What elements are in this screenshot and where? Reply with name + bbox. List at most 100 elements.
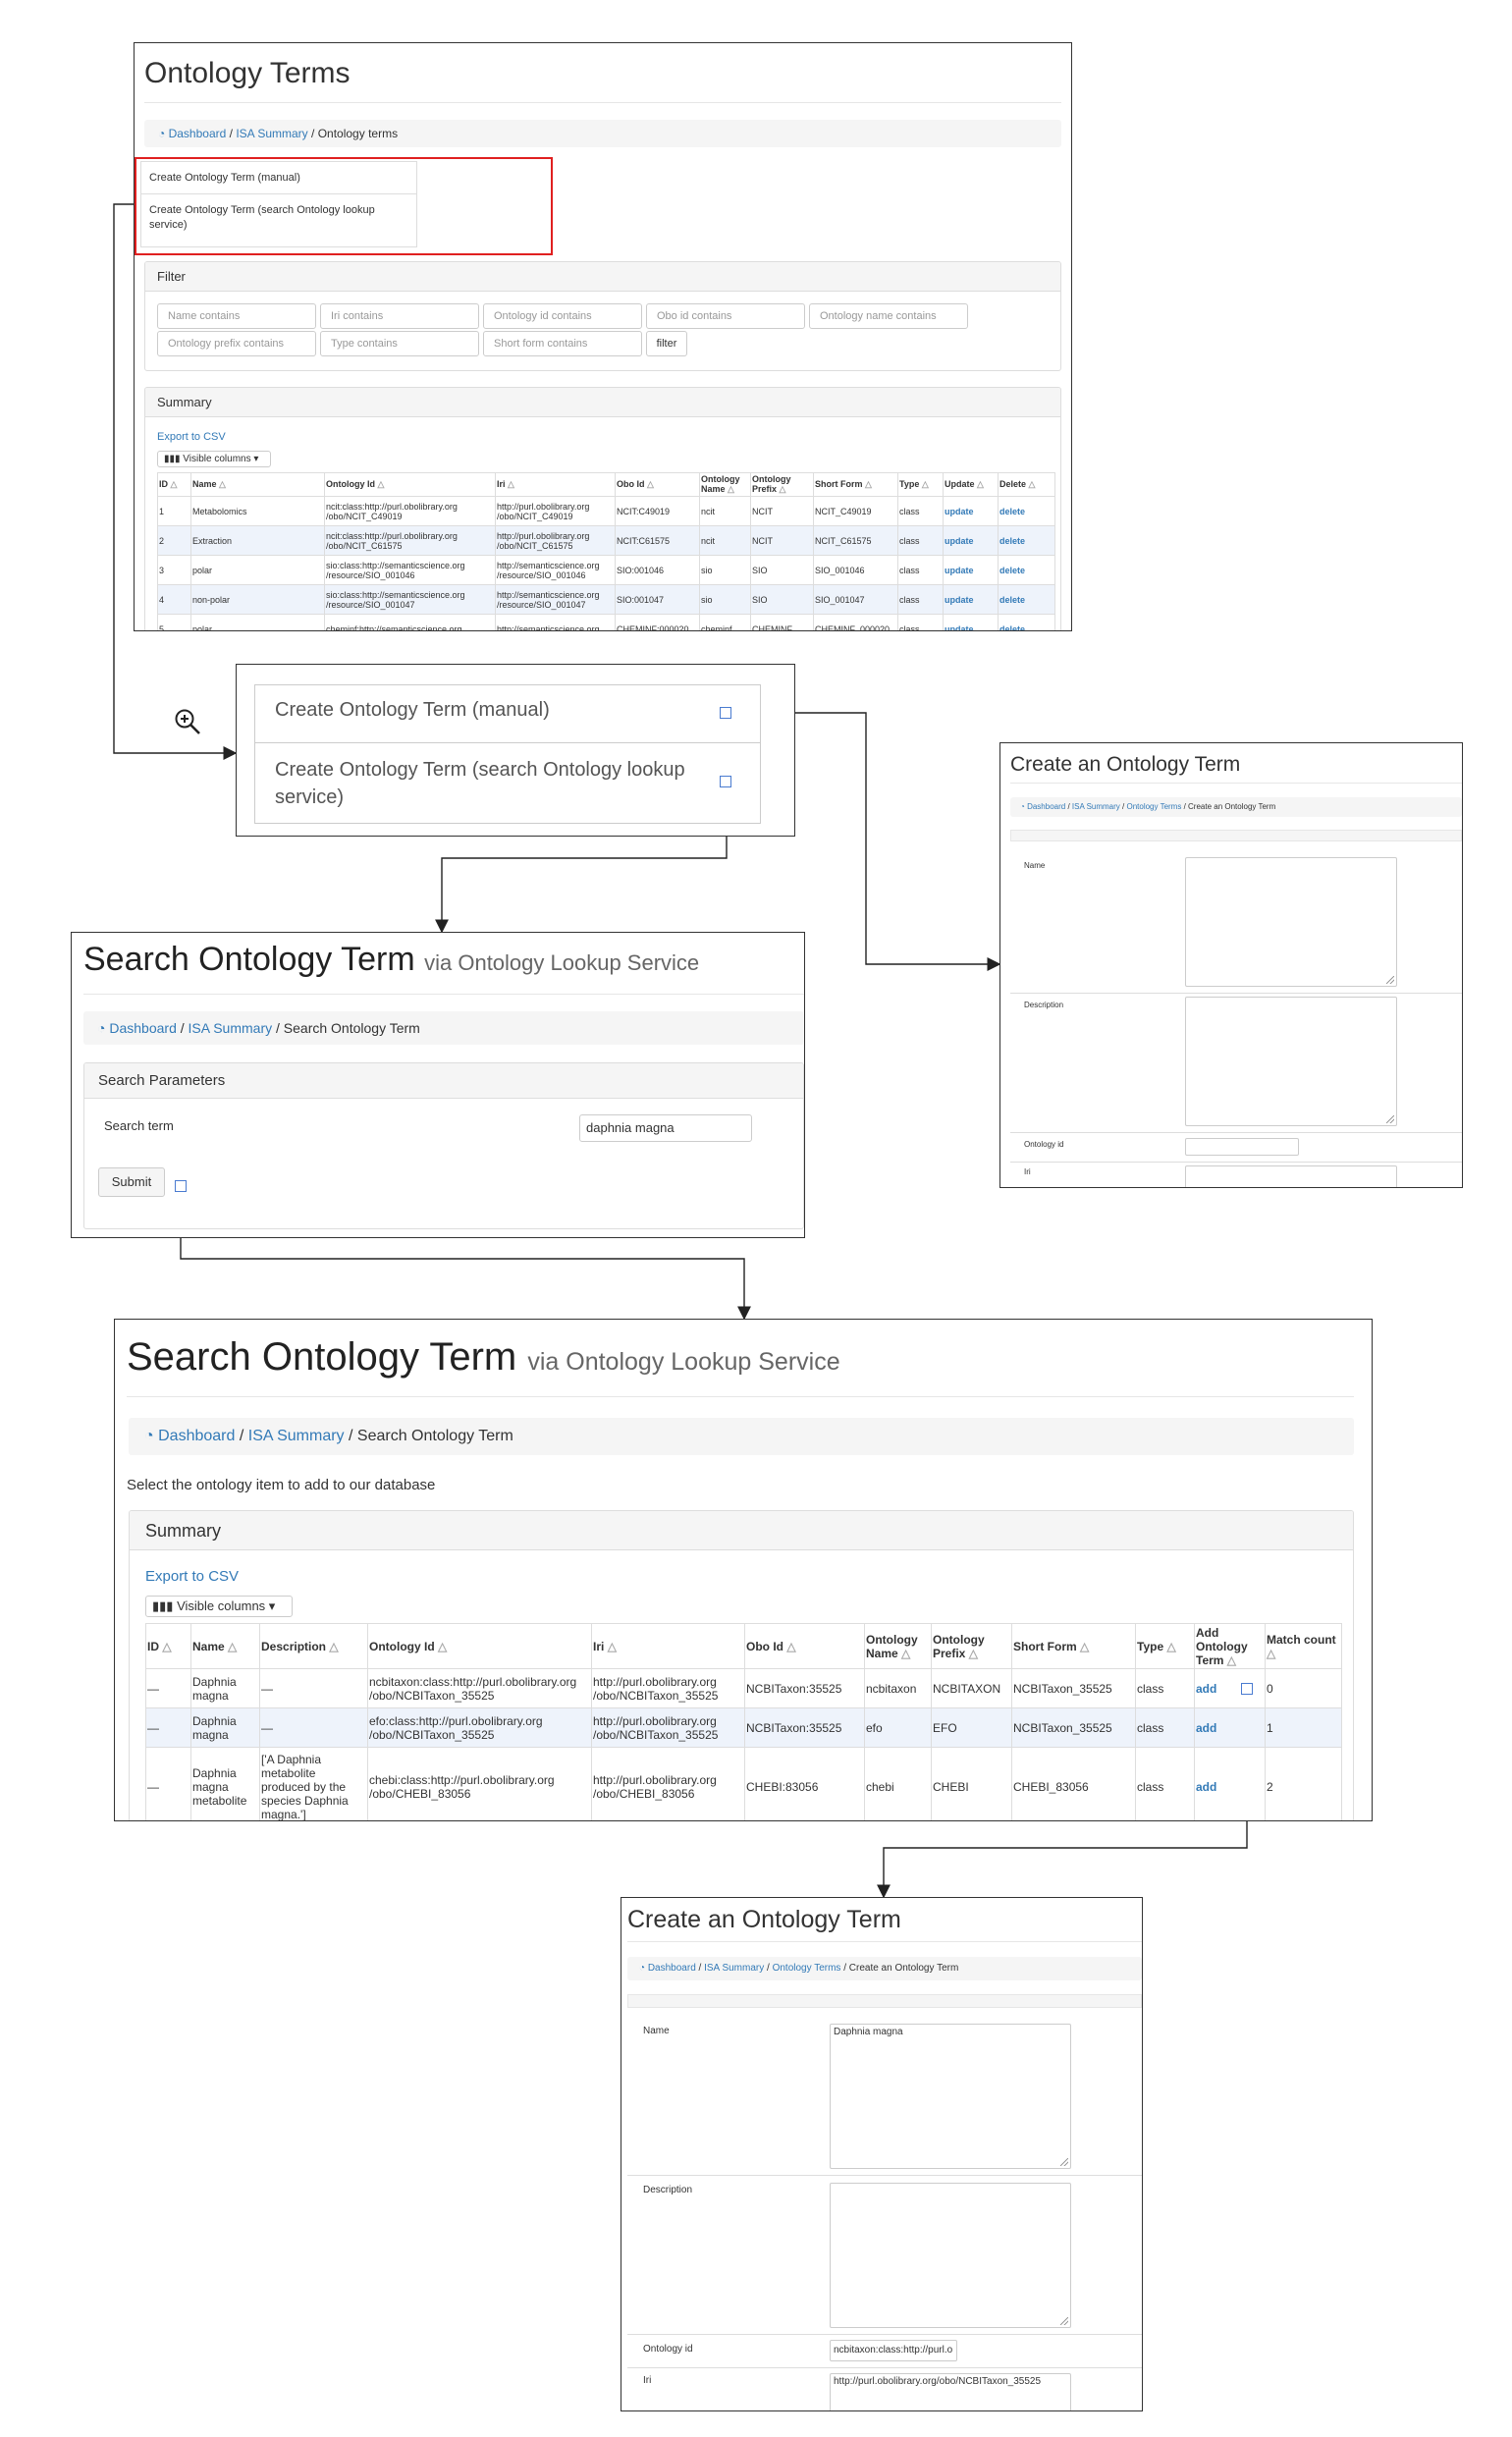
cell-ontology-prefix: CHEBI xyxy=(931,1747,1012,1820)
cell-ontology-name: ncit xyxy=(699,496,751,526)
submit-button[interactable]: Submit xyxy=(98,1167,165,1197)
cell-match-count: 1 xyxy=(1265,1707,1342,1748)
page-title: Create an Ontology Term xyxy=(627,1906,901,1933)
col-header-iri[interactable]: Iri △ xyxy=(495,472,616,497)
breadcrumb-isa-summary[interactable]: ISA Summary xyxy=(704,1963,764,1974)
breadcrumb-dashboard[interactable]: Dashboard xyxy=(158,1428,235,1444)
export-csv-link[interactable]: Export to CSV xyxy=(145,1568,239,1585)
iri-input[interactable]: http://purl.obolibrary.org/obo/NCBITaxon… xyxy=(830,2373,1071,2410)
col-header-name[interactable]: Name △ xyxy=(190,472,325,497)
name-textarea[interactable]: Daphnia magna xyxy=(830,2024,1071,2169)
iri-label: Iri xyxy=(1024,1167,1031,1176)
cell-short-form: NCIT_C49019 xyxy=(813,496,898,526)
delete-link[interactable]: delete xyxy=(998,584,1055,615)
cell-type: class xyxy=(1135,1668,1195,1708)
breadcrumb-isa-summary[interactable]: ISA Summary xyxy=(189,1020,273,1036)
add-term-link[interactable]: add xyxy=(1194,1668,1266,1708)
cell-ontology-prefix: EFO xyxy=(931,1707,1012,1748)
cell-ontology-name: cheminf xyxy=(699,614,751,630)
col-header-ontology-name[interactable]: Ontology Name △ xyxy=(864,1623,932,1669)
table-row: 1 Metabolomics ncit:class:http://purl.obol… xyxy=(157,496,1055,526)
col-header-iri[interactable]: Iri △ xyxy=(591,1623,745,1669)
update-link[interactable]: update xyxy=(943,496,999,526)
cell-description: — xyxy=(259,1707,368,1748)
breadcrumb-isa-summary[interactable]: ISA Summary xyxy=(1072,802,1120,811)
table-row: 5 polar cheminf:http://semanticscience.org… xyxy=(157,614,1055,630)
col-header-ontology-id[interactable]: Ontology Id △ xyxy=(324,472,496,497)
col-header-ontology-prefix[interactable]: Ontology Prefix △ xyxy=(750,472,814,497)
col-header-short-form[interactable]: Short Form △ xyxy=(1011,1623,1136,1669)
table-row: 2 Extraction ncit:class:http://purl.obolib… xyxy=(157,525,1055,556)
description-textarea[interactable] xyxy=(1185,997,1397,1126)
description-textarea[interactable] xyxy=(830,2183,1071,2328)
cell-name: polar xyxy=(190,555,325,585)
col-header-short-form[interactable]: Short Form △ xyxy=(813,472,898,497)
delete-link[interactable]: delete xyxy=(998,614,1055,630)
filter-obo-id-input[interactable]: Obo id contains xyxy=(646,303,805,329)
col-header-id[interactable]: ID △ xyxy=(157,472,191,497)
delete-link[interactable]: delete xyxy=(998,525,1055,556)
breadcrumb-ontology-terms[interactable]: Ontology Terms xyxy=(773,1963,841,1974)
col-header-id[interactable]: ID △ xyxy=(145,1623,191,1669)
cell-type: class xyxy=(897,496,944,526)
breadcrumb-dashboard[interactable]: Dashboard xyxy=(648,1963,696,1974)
col-header-obo-id[interactable]: Obo Id △ xyxy=(744,1623,865,1669)
cell-iri: http://semanticscience.org xyxy=(495,614,616,630)
delete-link[interactable]: delete xyxy=(998,555,1055,585)
update-link[interactable]: update xyxy=(943,614,999,630)
filter-ontology-id-input[interactable]: Ontology id contains xyxy=(483,303,642,329)
breadcrumb-dashboard[interactable]: Dashboard xyxy=(1027,802,1065,811)
columns-icon: ▮▮▮ xyxy=(152,1598,174,1613)
col-header-name[interactable]: Name △ xyxy=(190,1623,260,1669)
col-header-delete[interactable]: Delete △ xyxy=(998,472,1055,497)
breadcrumb-isa-summary[interactable]: ISA Summary xyxy=(236,127,307,140)
cell-type: class xyxy=(897,525,944,556)
menu-item-create-manual[interactable]: Create Ontology Term (manual) xyxy=(275,699,550,722)
col-header-type[interactable]: Type △ xyxy=(1135,1623,1195,1669)
filter-type-input[interactable]: Type contains xyxy=(320,331,479,356)
visible-columns-button[interactable]: ▮▮▮ Visible columns ▾ xyxy=(157,451,271,467)
filter-ontology-name-input[interactable]: Ontology name contains xyxy=(809,303,968,329)
filter-short-form-input[interactable]: Short form contains xyxy=(483,331,642,356)
filter-panel: Filter Name contains Iri contains Ontolo… xyxy=(144,261,1061,371)
add-term-link[interactable]: add xyxy=(1194,1747,1266,1820)
update-link[interactable]: update xyxy=(943,525,999,556)
menu-item-create-search[interactable]: Create Ontology Term (search Ontology lo… xyxy=(275,756,685,811)
filter-ontology-prefix-input[interactable]: Ontology prefix contains xyxy=(157,331,316,356)
col-header-ontology-prefix[interactable]: Ontology Prefix △ xyxy=(931,1623,1012,1669)
col-header-update[interactable]: Update △ xyxy=(943,472,999,497)
cell-iri: http://purl.obolibrary.org /obo/NCBITaxo… xyxy=(591,1668,745,1708)
filter-button[interactable]: filter xyxy=(646,331,687,356)
breadcrumb-dashboard[interactable]: Dashboard xyxy=(169,127,227,140)
add-term-link[interactable]: add xyxy=(1194,1707,1266,1748)
name-textarea[interactable] xyxy=(1185,857,1397,987)
col-header-description[interactable]: Description △ xyxy=(259,1623,368,1669)
ontology-id-input[interactable]: ncbitaxon:class:http://purl.o xyxy=(830,2340,957,2361)
col-header-obo-id[interactable]: Obo Id △ xyxy=(615,472,700,497)
cell-id: 4 xyxy=(157,584,191,615)
breadcrumb: ◔ Dashboard / ISA Summary / Search Ontol… xyxy=(83,1011,804,1045)
breadcrumb-dashboard[interactable]: Dashboard xyxy=(109,1020,177,1036)
filter-iri-input[interactable]: Iri contains xyxy=(320,303,479,329)
iri-input[interactable] xyxy=(1185,1165,1397,1187)
col-header-add-ontology-term[interactable]: Add Ontology Term △ xyxy=(1194,1623,1266,1669)
col-header-match-count[interactable]: Match count △ xyxy=(1265,1623,1342,1669)
breadcrumb-isa-summary[interactable]: ISA Summary xyxy=(248,1428,345,1444)
page-title: Search Ontology Term via Ontology Lookup… xyxy=(83,941,700,978)
search-parameters-panel: Search Parameters Search term daphnia ma… xyxy=(83,1062,804,1229)
update-link[interactable]: update xyxy=(943,555,999,585)
table-row: 3 polar sio:class:http://semanticscience.o… xyxy=(157,555,1055,585)
visible-columns-button[interactable]: ▮▮▮ Visible columns ▾ xyxy=(145,1596,293,1617)
update-link[interactable]: update xyxy=(943,584,999,615)
col-header-type[interactable]: Type △ xyxy=(897,472,944,497)
breadcrumb-ontology-terms[interactable]: Ontology Terms xyxy=(1126,802,1181,811)
dashboard-icon: ◔ xyxy=(97,1020,106,1036)
delete-link[interactable]: delete xyxy=(998,496,1055,526)
export-csv-link[interactable]: Export to CSV xyxy=(157,431,226,443)
col-header-ontology-id[interactable]: Ontology Id △ xyxy=(367,1623,592,1669)
search-term-input[interactable]: daphnia magna xyxy=(579,1114,752,1142)
name-label: Name xyxy=(643,2026,670,2036)
ontology-id-input[interactable] xyxy=(1185,1138,1299,1156)
filter-name-input[interactable]: Name contains xyxy=(157,303,316,329)
col-header-ontology-name[interactable]: Ontology Name △ xyxy=(699,472,751,497)
